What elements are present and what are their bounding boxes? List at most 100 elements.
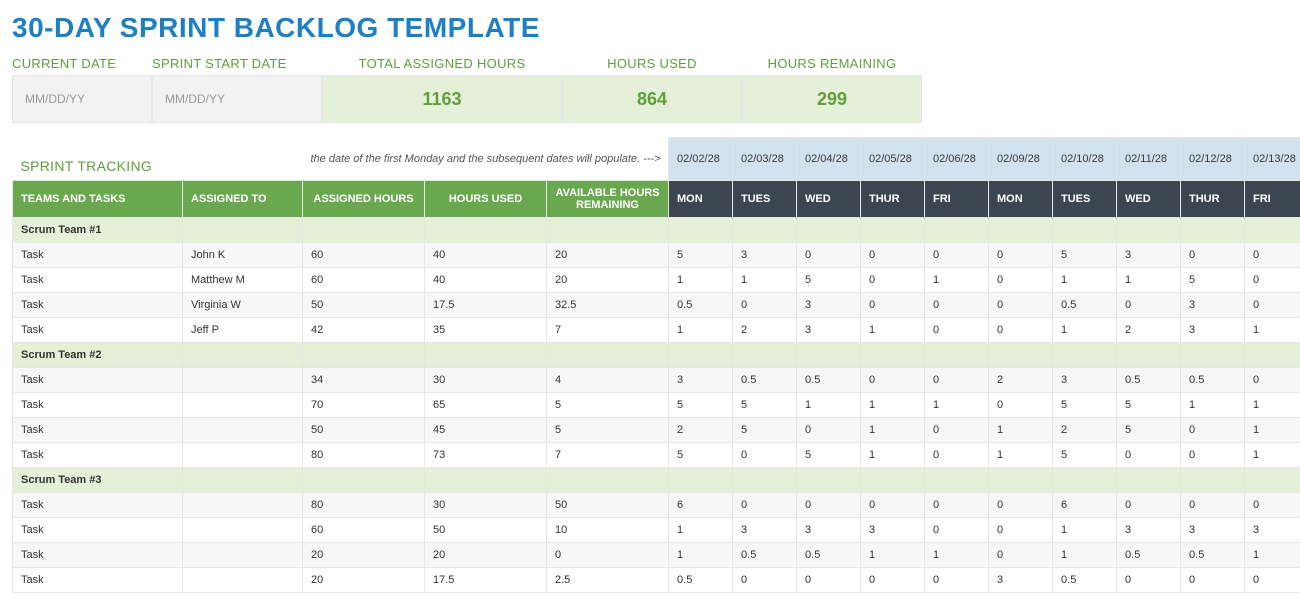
day-val[interactable]: 5 [1181, 267, 1245, 292]
day-val[interactable]: 0 [1245, 242, 1300, 267]
day-val[interactable]: 0 [1181, 442, 1245, 467]
day-val[interactable]: 3 [1181, 292, 1245, 317]
day-val[interactable]: 3 [797, 517, 861, 542]
task-name[interactable]: Task [13, 367, 183, 392]
day-val[interactable]: 0 [861, 367, 925, 392]
day-val[interactable]: 0.5 [1053, 292, 1117, 317]
day-val[interactable]: 1 [669, 267, 733, 292]
day-val[interactable]: 0 [989, 267, 1053, 292]
day-val[interactable]: 0.5 [1117, 367, 1181, 392]
task-name[interactable]: Task [13, 392, 183, 417]
day-val[interactable]: 1 [861, 317, 925, 342]
assigned-hours[interactable]: 60 [303, 242, 425, 267]
day-val[interactable]: 3 [797, 292, 861, 317]
task-name[interactable]: Task [13, 492, 183, 517]
task-name[interactable]: Task [13, 567, 183, 592]
day-val[interactable]: 0.5 [797, 542, 861, 567]
day-val[interactable]: 2 [989, 367, 1053, 392]
task-name[interactable]: Task [13, 242, 183, 267]
hours-used[interactable]: 30 [425, 367, 547, 392]
day-val[interactable]: 5 [733, 417, 797, 442]
day-val[interactable]: 0 [797, 242, 861, 267]
assigned-hours[interactable]: 80 [303, 442, 425, 467]
day-val[interactable]: 0 [1245, 567, 1300, 592]
assignee[interactable]: Virginia W [183, 292, 303, 317]
hours-remaining[interactable]: 5 [547, 417, 669, 442]
day-val[interactable]: 0 [861, 267, 925, 292]
day-val[interactable]: 0 [925, 492, 989, 517]
day-val[interactable]: 0 [733, 567, 797, 592]
day-val[interactable]: 0 [1245, 367, 1300, 392]
day-val[interactable]: 1 [1053, 517, 1117, 542]
day-val[interactable]: 3 [733, 242, 797, 267]
day-val[interactable]: 0.5 [797, 367, 861, 392]
current-date-input[interactable]: MM/DD/YY [12, 75, 152, 123]
day-val[interactable]: 3 [1053, 367, 1117, 392]
day-val[interactable]: 0 [1117, 442, 1181, 467]
day-val[interactable]: 0 [733, 442, 797, 467]
day-val[interactable]: 1 [1117, 267, 1181, 292]
day-val[interactable]: 0 [733, 492, 797, 517]
hours-remaining[interactable]: 10 [547, 517, 669, 542]
day-val[interactable]: 0 [925, 567, 989, 592]
assigned-hours[interactable]: 42 [303, 317, 425, 342]
day-val[interactable]: 1 [669, 542, 733, 567]
day-val[interactable]: 3 [733, 517, 797, 542]
day-val[interactable]: 1 [861, 417, 925, 442]
hours-used[interactable]: 30 [425, 492, 547, 517]
assigned-hours[interactable]: 20 [303, 567, 425, 592]
day-val[interactable]: 0 [989, 517, 1053, 542]
day-val[interactable]: 0 [925, 292, 989, 317]
day-val[interactable]: 3 [1245, 517, 1300, 542]
assigned-hours[interactable]: 34 [303, 367, 425, 392]
day-val[interactable]: 0 [925, 367, 989, 392]
day-val[interactable]: 0.5 [733, 542, 797, 567]
assignee[interactable] [183, 517, 303, 542]
day-val[interactable]: 5 [669, 242, 733, 267]
day-val[interactable]: 5 [1117, 392, 1181, 417]
day-val[interactable]: 5 [1053, 242, 1117, 267]
day-val[interactable]: 1 [1053, 267, 1117, 292]
assignee[interactable] [183, 492, 303, 517]
day-val[interactable]: 0 [1181, 242, 1245, 267]
day-val[interactable]: 1 [1245, 317, 1300, 342]
day-val[interactable]: 0 [1181, 492, 1245, 517]
day-val[interactable]: 1 [861, 392, 925, 417]
day-val[interactable]: 0 [861, 567, 925, 592]
day-val[interactable]: 6 [669, 492, 733, 517]
day-val[interactable]: 5 [669, 442, 733, 467]
sprint-start-input[interactable]: MM/DD/YY [152, 75, 322, 123]
day-val[interactable]: 1 [1053, 542, 1117, 567]
day-val[interactable]: 3 [1117, 517, 1181, 542]
day-val[interactable]: 0 [925, 517, 989, 542]
hours-used[interactable]: 73 [425, 442, 547, 467]
assigned-hours[interactable]: 60 [303, 267, 425, 292]
day-val[interactable]: 0 [797, 567, 861, 592]
day-val[interactable]: 0 [861, 492, 925, 517]
day-val[interactable]: 3 [797, 317, 861, 342]
day-val[interactable]: 0 [861, 292, 925, 317]
day-val[interactable]: 0.5 [1181, 367, 1245, 392]
day-val[interactable]: 1 [669, 517, 733, 542]
day-val[interactable]: 3 [1117, 242, 1181, 267]
hours-remaining[interactable]: 0 [547, 542, 669, 567]
task-name[interactable]: Task [13, 417, 183, 442]
task-name[interactable]: Task [13, 317, 183, 342]
day-val[interactable]: 0 [925, 317, 989, 342]
day-val[interactable]: 0 [989, 392, 1053, 417]
hours-used[interactable]: 65 [425, 392, 547, 417]
day-val[interactable]: 5 [733, 392, 797, 417]
day-val[interactable]: 5 [1117, 417, 1181, 442]
hours-remaining[interactable]: 2.5 [547, 567, 669, 592]
hours-remaining[interactable]: 7 [547, 317, 669, 342]
assignee[interactable] [183, 567, 303, 592]
hours-used[interactable]: 40 [425, 242, 547, 267]
hours-used[interactable]: 17.5 [425, 567, 547, 592]
day-val[interactable]: 2 [1053, 417, 1117, 442]
hours-remaining[interactable]: 32.5 [547, 292, 669, 317]
task-name[interactable]: Task [13, 292, 183, 317]
assignee[interactable] [183, 392, 303, 417]
hours-remaining[interactable]: 7 [547, 442, 669, 467]
day-val[interactable]: 3 [989, 567, 1053, 592]
day-val[interactable]: 1 [1053, 317, 1117, 342]
